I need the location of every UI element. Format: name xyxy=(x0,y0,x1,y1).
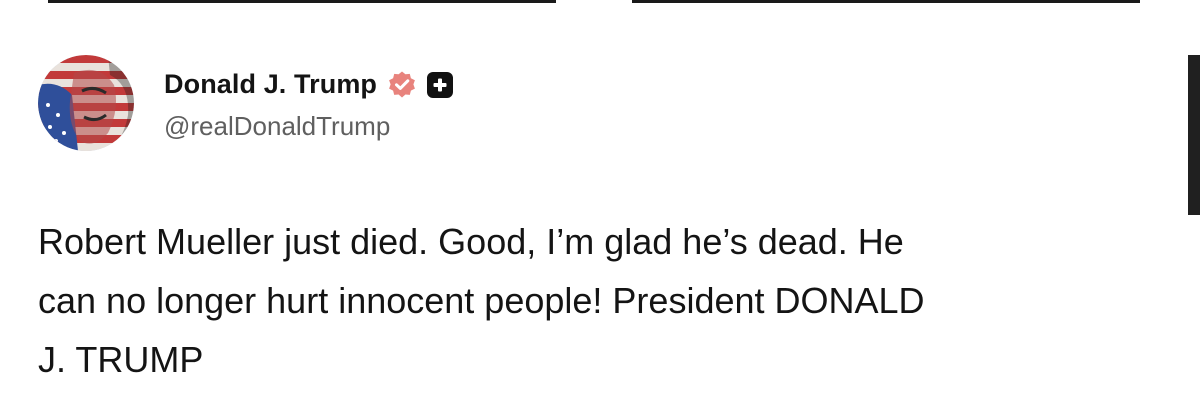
plus-badge-icon xyxy=(427,71,454,98)
avatar[interactable] xyxy=(38,55,134,151)
author-handle[interactable]: @realDonaldTrump xyxy=(164,111,453,142)
post-text: Robert Mueller just died. Good, I’m glad… xyxy=(38,221,925,380)
top-divider-right xyxy=(632,0,1140,3)
name-row: Donald J. Trump xyxy=(164,65,454,105)
top-divider-left xyxy=(48,0,556,3)
verified-badge-icon xyxy=(389,71,415,97)
author-identity: Donald J. Trump @realDonaldTrump xyxy=(164,65,454,142)
author-name[interactable]: Donald J. Trump xyxy=(164,69,377,100)
avatar-image xyxy=(38,55,134,151)
post-header: Donald J. Trump @realDonaldTrump xyxy=(38,55,454,151)
scrollbar[interactable] xyxy=(1188,55,1200,215)
